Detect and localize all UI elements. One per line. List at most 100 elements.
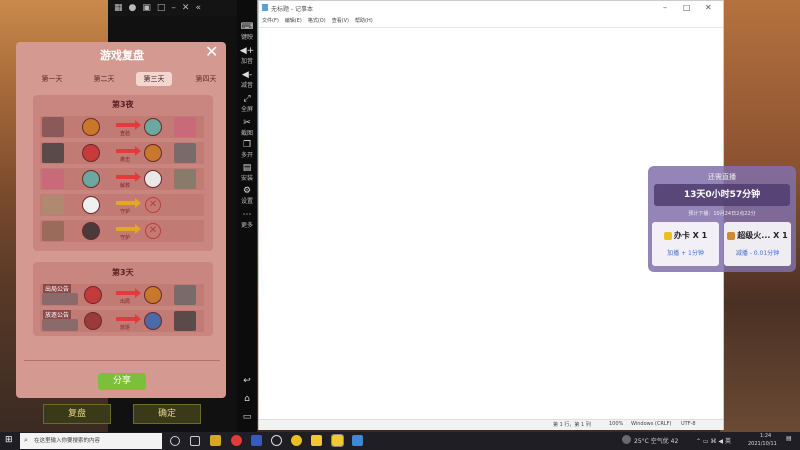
role-icon — [144, 144, 162, 162]
app-icon[interactable] — [311, 435, 322, 446]
action-arrow — [116, 120, 141, 130]
avatar[interactable] — [42, 221, 64, 241]
minimize-icon[interactable]: – — [663, 3, 667, 12]
gift-card-1: 办卡 X 1 加播 + 1分钟 — [652, 222, 719, 266]
tab-day-3[interactable]: 第三天 — [136, 72, 172, 86]
close-icon[interactable]: ✕ — [182, 3, 190, 13]
rocket-icon — [727, 231, 736, 240]
recent-apps-icon[interactable]: ▭ — [237, 412, 257, 422]
weather-text[interactable]: 25°C 空气优 42 — [634, 436, 678, 445]
skull-icon — [84, 286, 102, 304]
night-section-title: 第3夜 — [112, 100, 134, 109]
tab-day-4[interactable]: 第四天 — [188, 72, 224, 86]
sidebar-item-keymap[interactable]: ⌨ 键映 — [237, 22, 257, 41]
announcement-image — [42, 293, 78, 305]
app-icon[interactable] — [251, 435, 262, 446]
app-icon[interactable] — [231, 435, 242, 446]
install-icon: ▤ — [242, 163, 252, 173]
confirm-button[interactable]: 确定 — [133, 404, 201, 424]
list-item: 守护 ✕ — [40, 220, 204, 242]
announcement-image — [42, 319, 78, 331]
notepad-taskbar-icon[interactable] — [352, 435, 363, 446]
collapse-icon[interactable]: « — [195, 3, 201, 13]
close-icon[interactable]: ✕ — [705, 3, 712, 12]
windows-start-icon[interactable]: ⊞ — [5, 436, 13, 445]
live-stream-overlay: 还需直播 13天0小时57分钟 预计下播：10月24日2点22分 办卡 X 1 … — [648, 166, 796, 272]
role-icon — [144, 312, 162, 330]
clock-date[interactable]: 2021/10/11 — [748, 441, 777, 447]
zoom-level: 100% — [609, 421, 624, 427]
sidebar-item-multi[interactable]: ❐ 多开 — [237, 140, 257, 159]
sidebar-item-settings[interactable]: ⚙ 设置 — [237, 186, 257, 205]
list-item: 放逐公告 放逐 — [40, 310, 204, 332]
role-icon — [82, 196, 100, 214]
weather-icon — [622, 435, 631, 444]
encoding: UTF-8 — [681, 421, 696, 427]
vote-icon — [84, 312, 102, 330]
menu-file[interactable]: 文件(F) — [261, 15, 280, 27]
sidebar-item-volume-down[interactable]: ◀- 减音 — [237, 70, 257, 89]
avatar[interactable] — [42, 117, 64, 137]
avatar[interactable] — [174, 169, 196, 189]
gear-icon: ⚙ — [242, 186, 252, 196]
browser-icon[interactable] — [271, 435, 282, 446]
countdown-timer: 13天0小时57分钟 — [654, 184, 790, 206]
page-title: 游戏复盘 — [100, 49, 144, 62]
line-ending: Windows (CRLF) — [631, 421, 672, 427]
list-item: 出局公告 出局 — [40, 284, 204, 306]
file-explorer-icon[interactable] — [210, 435, 221, 446]
tab-day-1[interactable]: 第一天 — [30, 72, 74, 86]
mic-icon[interactable]: ● — [129, 3, 137, 13]
menu-view[interactable]: 查看(V) — [331, 15, 350, 27]
fullscreen-icon: ⤢ — [243, 94, 251, 104]
minimize-icon[interactable]: – — [171, 3, 176, 13]
window-icon[interactable]: □ — [157, 3, 166, 13]
folder-icon[interactable]: ▣ — [142, 3, 151, 13]
menu-bar: 文件(F) 编辑(E) 格式(O) 查看(V) 帮助(H) — [259, 15, 723, 27]
close-icon[interactable]: ✕ — [205, 44, 218, 60]
maximize-icon[interactable]: □ — [683, 3, 691, 12]
task-view-icon[interactable] — [190, 436, 200, 446]
avatar[interactable] — [174, 117, 196, 137]
role-icon — [144, 118, 162, 136]
multi-open-icon: ❐ — [242, 140, 252, 150]
avatar[interactable] — [174, 285, 196, 305]
sidebar-item-more[interactable]: ⋯ 更多 — [237, 210, 257, 229]
sidebar-item-volume-up[interactable]: ◀+ 加音 — [237, 46, 257, 65]
avatar[interactable] — [174, 143, 196, 163]
menu-edit[interactable]: 编辑(E) — [284, 15, 303, 27]
action-arrow — [116, 314, 141, 324]
cursor-position: 第 1 行，第 1 列 — [553, 422, 591, 428]
back-icon[interactable]: ↩ — [237, 376, 257, 386]
sidebar-item-fullscreen[interactable]: ⤢ 全屏 — [237, 94, 257, 113]
avatar[interactable] — [42, 143, 64, 163]
app-icon-active[interactable] — [331, 434, 344, 447]
list-item: 查验 — [40, 116, 204, 138]
notepad-icon — [262, 4, 268, 11]
share-button[interactable]: 分享 — [98, 373, 146, 390]
action-arrow — [116, 198, 141, 208]
menu-help[interactable]: 帮助(H) — [354, 15, 374, 27]
search-icon: ⌕ — [24, 436, 28, 444]
claw-icon — [82, 144, 100, 162]
system-tray-icons[interactable]: ⌃ ▭ ⌘ ◀ 英 — [696, 436, 731, 445]
cortana-icon[interactable] — [170, 436, 180, 446]
avatar[interactable] — [42, 169, 64, 189]
menu-format[interactable]: 格式(O) — [307, 15, 327, 27]
search-input[interactable]: 在这里输入你要搜索的内容 — [20, 433, 162, 449]
volume-down-icon: ◀- — [241, 70, 253, 80]
avatar[interactable] — [174, 311, 196, 331]
avatar[interactable] — [42, 195, 64, 215]
grid-icon[interactable]: ▦ — [114, 3, 123, 13]
review-button[interactable]: 复盘 — [43, 404, 111, 424]
role-icon — [82, 170, 100, 188]
action-arrow — [116, 224, 141, 234]
notification-icon[interactable]: ▤ — [786, 435, 792, 442]
home-icon[interactable]: ⌂ — [237, 394, 257, 404]
clock-time[interactable]: 1:24 — [760, 433, 771, 439]
action-arrow — [116, 288, 141, 298]
app-icon[interactable] — [291, 435, 302, 446]
sidebar-item-install[interactable]: ▤ 安装 — [237, 163, 257, 182]
tab-day-2[interactable]: 第二天 — [82, 72, 126, 86]
sidebar-item-screenshot[interactable]: ✂ 截图 — [237, 118, 257, 137]
